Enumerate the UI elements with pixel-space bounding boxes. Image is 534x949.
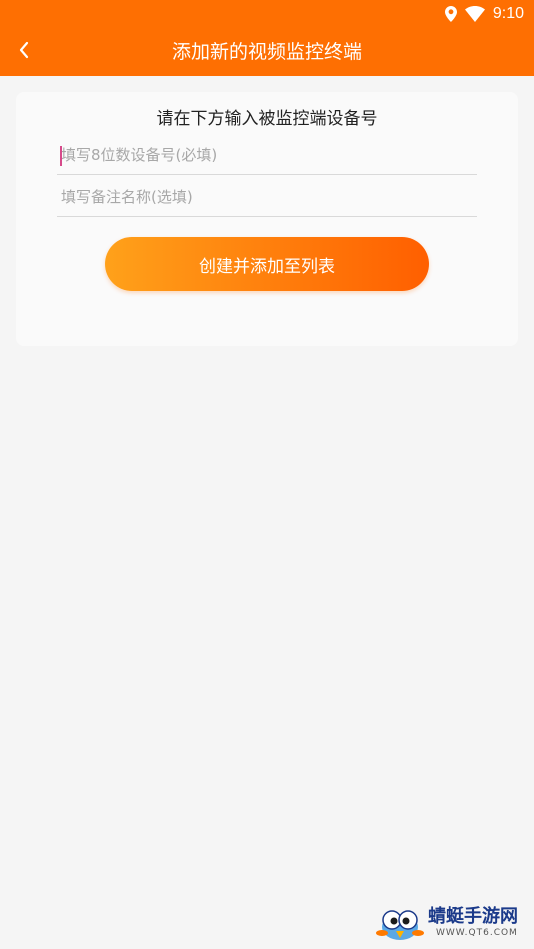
status-time: 9:10 [492, 5, 524, 22]
location-icon [444, 6, 457, 22]
remark-name-input[interactable] [57, 180, 477, 214]
status-icons: 9:10 [444, 4, 524, 24]
watermark-name: 蜻蜓手游网 [428, 906, 518, 927]
status-bar: 9:10 [0, 0, 534, 28]
watermark-url: WWW.QT6.COM [436, 928, 518, 938]
device-number-input[interactable] [57, 138, 477, 172]
create-and-add-button[interactable]: 创建并添加至列表 [105, 237, 429, 291]
wifi-icon [464, 6, 485, 22]
add-terminal-card: 请在下方输入被监控端设备号 创建并添加至列表 [16, 92, 518, 346]
watermark-logo: 蜻蜓手游网 WWW.QT6.COM [376, 905, 526, 943]
page-title: 添加新的视频监控终端 [171, 41, 362, 63]
app-header: 9:10 添加新的视频监控终端 [0, 0, 534, 76]
remark-name-field [57, 180, 477, 217]
dragonfly-mascot-icon [376, 905, 426, 947]
form-prompt: 请在下方输入被监控端设备号 [156, 109, 378, 129]
device-number-field [57, 138, 477, 175]
